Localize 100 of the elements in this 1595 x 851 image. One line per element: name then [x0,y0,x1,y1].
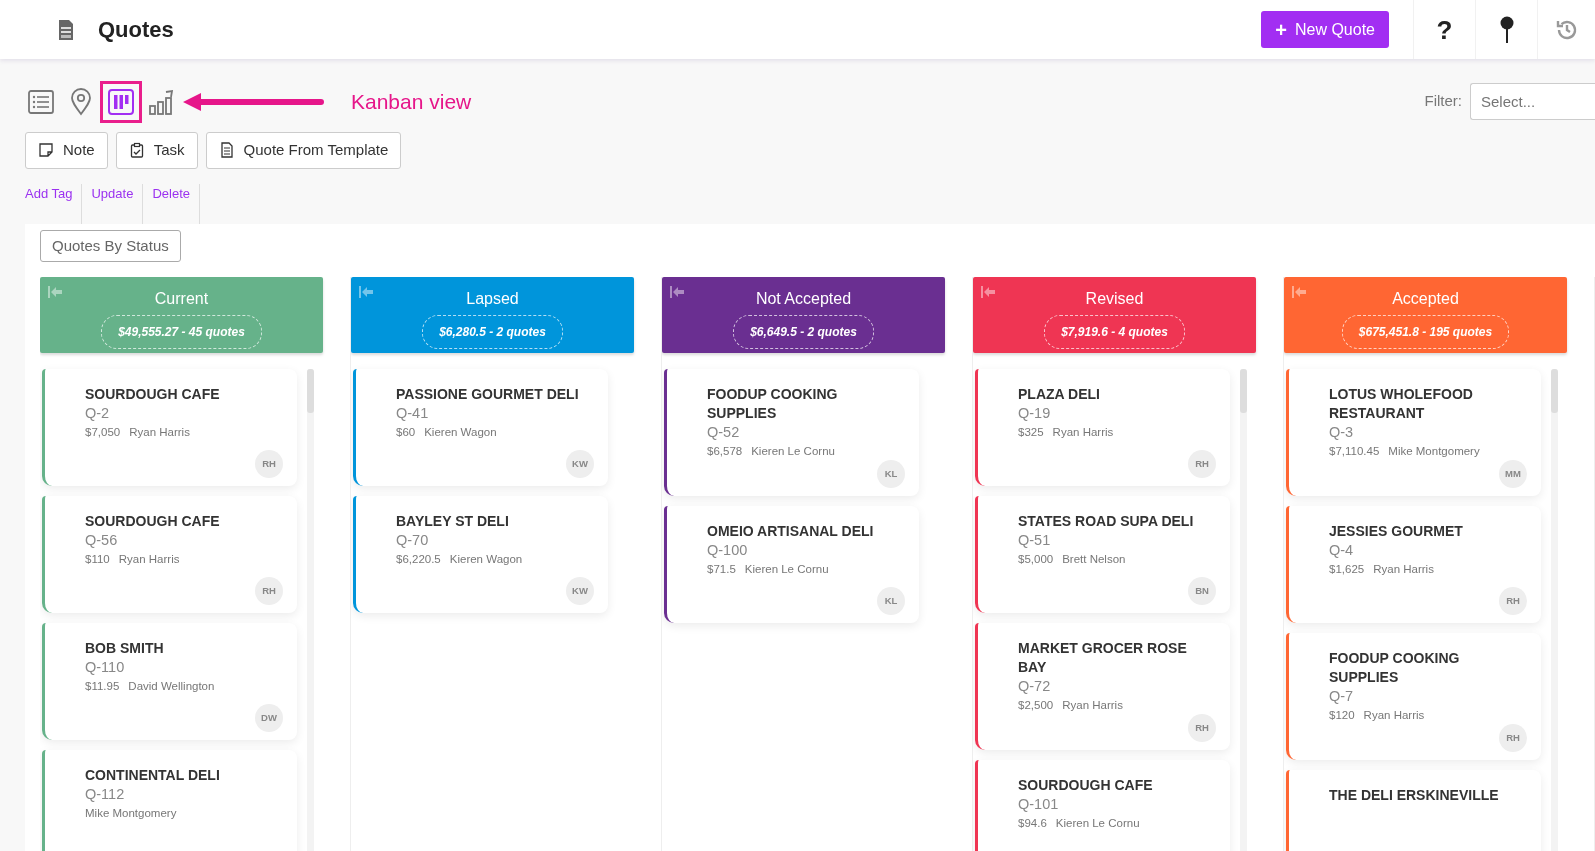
collapse-arrow-icon[interactable] [1292,286,1306,298]
owner-avatar: DW [255,704,283,732]
quote-number: Q-4 [1329,541,1355,560]
document-button[interactable]: Quote From Template [205,132,402,169]
owner-avatar: MM [1499,460,1527,488]
owner-name: Ryan Harris [1363,708,1425,723]
pin-icon[interactable] [1499,15,1514,44]
quote-amount: $11.95 [85,679,120,694]
owner-name: Ryan Harris [129,425,190,440]
owner-avatar: RH [1499,587,1527,615]
quote-card[interactable]: JESSIES GOURMET Q-4 $1,625 Ryan Harris RH [1286,506,1541,623]
quote-amount: $7,050 [85,425,121,440]
action-link[interactable]: Update [82,183,144,224]
owner-avatar: BN [1188,577,1216,605]
quote-number: Q-19 [1018,404,1052,423]
quote-card[interactable]: PLAZA DELI Q-19 $325 Ryan Harris RH [975,369,1230,486]
new-quote-button[interactable]: + New Quote [1261,11,1389,48]
owner-name: Kieren Le Cornu [744,562,829,577]
quote-card[interactable]: OMEIO ARTISANAL DELI Q-100 $71.5 Kieren Le Cornu KL [664,506,919,623]
owner-name: Ryan Harris [1062,698,1123,713]
document-icon [58,18,74,41]
customer-name: LOTUS WHOLEFOOD RESTAURANT [1329,385,1474,423]
note-icon [38,142,54,159]
quote-card[interactable]: BOB SMITH Q-110 $11.95 David Wellington DW [42,623,297,740]
customer-name: MARKET GROCER ROSE BAY [1018,639,1188,677]
bar-chart-icon [147,87,175,116]
kanban-icon [107,87,135,116]
quote-card[interactable]: LOTUS WHOLEFOOD RESTAURANT Q-3 $7,110.45 Mike Montgomery MM [1286,369,1541,496]
owner-name: Brett Nelson [1062,552,1126,567]
customer-name: CONTINENTAL DELI [85,766,221,785]
quote-amount: $60 [396,425,416,440]
quote-card[interactable]: STATES ROAD SUPA DELI Q-51 $5,000 Brett Nelson BN [975,496,1230,613]
column-title: Lapsed [466,290,519,307]
owner-avatar: KW [566,577,594,605]
column-title: Not Accepted [755,290,852,307]
scrollbar[interactable] [1240,369,1247,851]
quote-amount: $110 [85,552,110,567]
action-link[interactable]: Add Tag [25,183,83,224]
customer-name: PLAZA DELI [1018,385,1101,404]
quote-card[interactable]: THE DELI ERSKINEVILLE [1286,770,1541,851]
quote-amount: $325 [1018,425,1044,440]
quotes-by-status-button[interactable]: Quotes By Status [40,229,181,262]
customer-name: SOURDOUGH CAFE [1018,776,1154,795]
quote-amount: $71.5 [707,562,736,577]
filter-label: Filter: [1424,91,1462,112]
column-title: Current [154,290,209,307]
quote-card[interactable]: MARKET GROCER ROSE BAY Q-72 $2,500 Ryan Harris RH [975,623,1230,750]
quote-number: Q-70 [396,531,430,550]
owner-avatar: RH [1188,450,1216,478]
owner-name: Mike Montgomery [85,806,177,821]
owner-avatar: KW [566,450,594,478]
document-icon [218,142,235,159]
owner-avatar: RH [1499,724,1527,752]
customer-name: SOURDOUGH CAFE [85,385,221,404]
quote-number: Q-101 [1018,795,1060,814]
quote-number: Q-72 [1018,677,1052,696]
quote-card[interactable]: FOODUP COOKING SUPPLIES Q-7 $120 Ryan Harris RH [1286,633,1541,760]
customer-name: FOODUP COOKING SUPPLIES [1329,649,1461,687]
quote-card[interactable]: PASSIONE GOURMET DELI Q-41 $60 Kieren Wagon KW [353,369,608,486]
quote-amount: $7,110.45 [1329,444,1380,459]
quote-amount: $5,000 [1018,552,1054,567]
owner-avatar: KL [877,587,905,615]
help-button[interactable]: ? [1436,16,1453,43]
scrollbar[interactable] [1551,369,1558,851]
quote-amount: $1,625 [1329,562,1365,577]
quote-card[interactable]: BAYLEY ST DELI Q-70 $6,220.5 Kieren Wagon KW [353,496,608,613]
note-button[interactable]: Note [25,132,108,169]
quote-number: Q-100 [707,541,749,560]
quote-amount: $6,578 [707,444,743,459]
column-title: Revised [1085,290,1144,307]
collapse-arrow-icon[interactable] [48,286,62,298]
owner-name: Ryan Harris [118,552,180,567]
quote-card[interactable]: SOURDOUGH CAFE Q-56 $110 Ryan Harris RH [42,496,297,613]
collapse-arrow-icon[interactable] [359,286,373,298]
owner-name: Mike Montgomery [1388,444,1480,459]
action-link[interactable]: Delete [143,183,200,224]
quote-number: Q-3 [1329,423,1355,442]
quote-card[interactable]: SOURDOUGH CAFE Q-2 $7,050 Ryan Harris RH [42,369,297,486]
quote-card[interactable]: SOURDOUGH CAFE Q-101 $94.6 Kieren Le Cornu [975,760,1230,851]
quote-number: Q-2 [85,404,111,423]
list-icon [27,87,55,116]
quote-amount: $94.6 [1018,816,1047,831]
quote-number: Q-110 [85,658,126,677]
owner-avatar: RH [255,450,283,478]
collapse-arrow-icon[interactable] [670,286,684,298]
quote-number: Q-112 [85,785,126,804]
owner-name: Kieren Le Cornu [1055,816,1140,831]
owner-avatar: RH [1188,714,1216,742]
owner-avatar: RH [255,577,283,605]
quote-amount: $2,500 [1018,698,1054,713]
quote-card[interactable]: CONTINENTAL DELI Q-112 Mike Montgomery [42,750,297,851]
customer-name: PASSIONE GOURMET DELI [396,385,580,404]
customer-name: STATES ROAD SUPA DELI [1018,512,1195,531]
page-title: Quotes [98,16,174,44]
quote-card[interactable]: FOODUP COOKING SUPPLIES Q-52 $6,578 Kieren Le Cornu KL [664,369,919,496]
filter-select[interactable]: Select... [1470,83,1595,120]
collapse-arrow-icon[interactable] [981,286,995,298]
quote-number: Q-52 [707,423,741,442]
clipboard-check-button[interactable]: Task [115,132,198,169]
scrollbar[interactable] [307,369,314,851]
